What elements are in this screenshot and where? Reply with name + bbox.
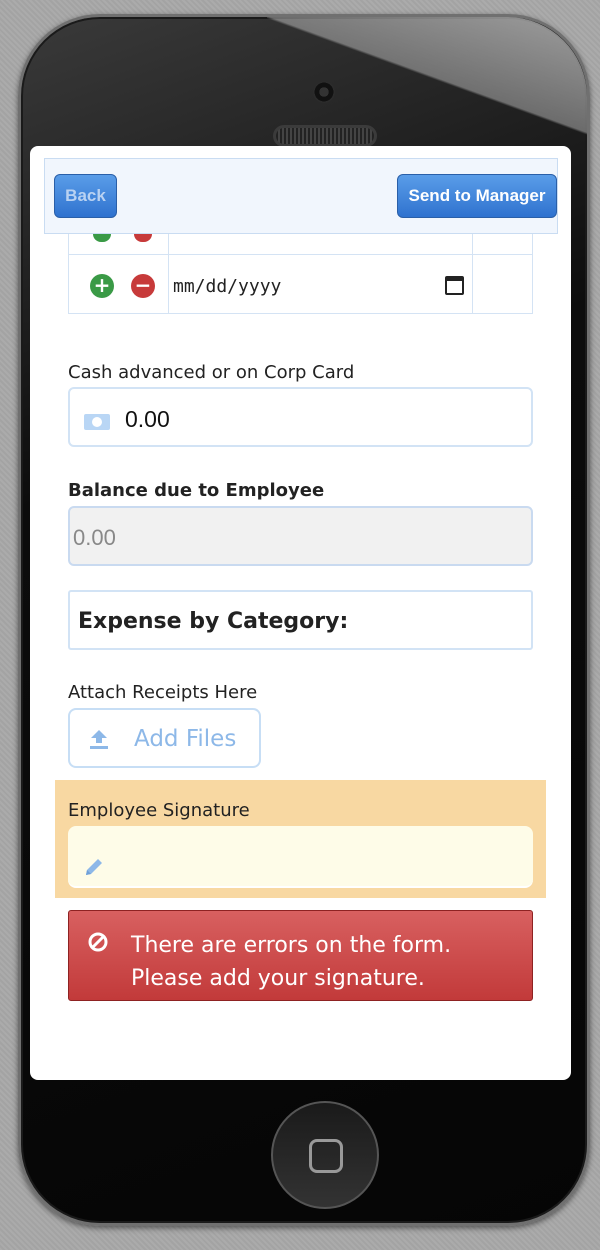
phone-screen: + − mm/dd/yyyy Cash advanced or on Corp … [30, 146, 571, 1080]
error-alert: There are errors on the form. Please add… [68, 910, 533, 1001]
expense-category-heading: Expense by Category: [78, 609, 349, 634]
balance-due-label: Balance due to Employee [68, 480, 325, 501]
error-message-line-2: Please add your signature. [131, 966, 425, 991]
back-button[interactable]: Back [54, 174, 117, 218]
home-button[interactable] [271, 1101, 379, 1209]
add-files-button[interactable]: Add Files [68, 708, 261, 768]
signature-panel: Employee Signature [55, 780, 546, 898]
calendar-icon[interactable] [445, 276, 464, 295]
error-message-line-1: There are errors on the form. [131, 933, 452, 958]
cash-advanced-label: Cash advanced or on Corp Card [68, 362, 355, 383]
ban-icon [88, 932, 108, 952]
balance-due-field: 0.00 [68, 506, 533, 566]
attach-receipts-label: Attach Receipts Here [68, 682, 258, 703]
speaker-grille [273, 125, 377, 147]
cash-advanced-field[interactable]: 0.00 [68, 387, 533, 447]
plus-circle-icon[interactable]: + [90, 274, 114, 298]
camera [313, 81, 335, 103]
add-files-label: Add Files [134, 726, 237, 752]
cash-advanced-value: 0.00 [125, 406, 170, 432]
signature-pad[interactable] [68, 826, 533, 888]
signature-label: Employee Signature [68, 800, 250, 821]
home-square-icon [309, 1139, 343, 1173]
balance-due-value: 0.00 [73, 525, 116, 550]
table-column-divider [168, 234, 169, 313]
error-message: There are errors on the form. Please add… [131, 929, 451, 995]
money-icon [84, 414, 110, 430]
pencil-icon [86, 859, 102, 875]
top-toolbar: Back Send to Manager [44, 158, 558, 234]
minus-circle-icon[interactable]: − [131, 274, 155, 298]
upload-icon [90, 730, 108, 749]
expense-category-panel: Expense by Category: [68, 590, 533, 650]
table-row-divider [69, 254, 532, 255]
table-column-divider [472, 234, 473, 313]
send-to-manager-button[interactable]: Send to Manager [397, 174, 557, 218]
date-input[interactable]: mm/dd/yyyy [173, 276, 281, 297]
